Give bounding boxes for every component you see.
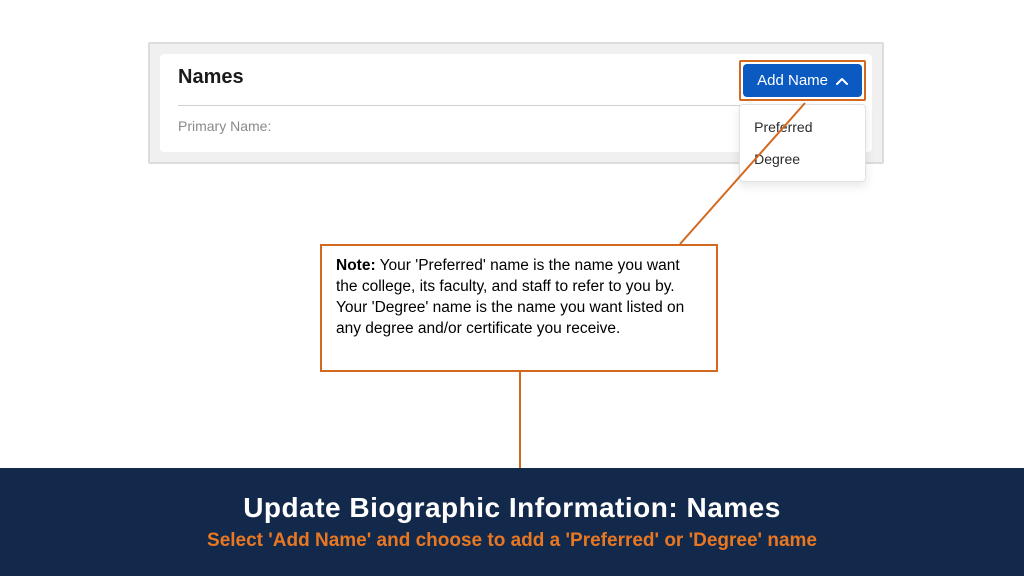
note-label: Note: [336,257,376,274]
note-text: Your 'Preferred' name is the name you wa… [336,257,684,337]
banner-subtitle: Select 'Add Name' and choose to add a 'P… [207,530,817,552]
names-card: Names Primary Name: Add Name Preferred D… [160,54,872,152]
dropdown-option-degree[interactable]: Degree [740,143,865,175]
add-name-button[interactable]: Add Name [743,64,862,97]
add-name-button-label: Add Name [757,72,828,89]
add-name-dropdown: Preferred Degree [739,104,866,182]
names-panel-outer: Names Primary Name: Add Name Preferred D… [148,42,884,164]
chevron-up-icon [836,72,848,89]
banner-title: Update Biographic Information: Names [243,492,781,524]
slide-banner: Update Biographic Information: Names Sel… [0,468,1024,576]
note-callout: Note: Your 'Preferred' name is the name … [320,244,718,372]
add-name-button-area: Add Name Preferred Degree [739,60,866,101]
highlight-box-button: Add Name [739,60,866,101]
dropdown-option-preferred[interactable]: Preferred [740,111,865,143]
